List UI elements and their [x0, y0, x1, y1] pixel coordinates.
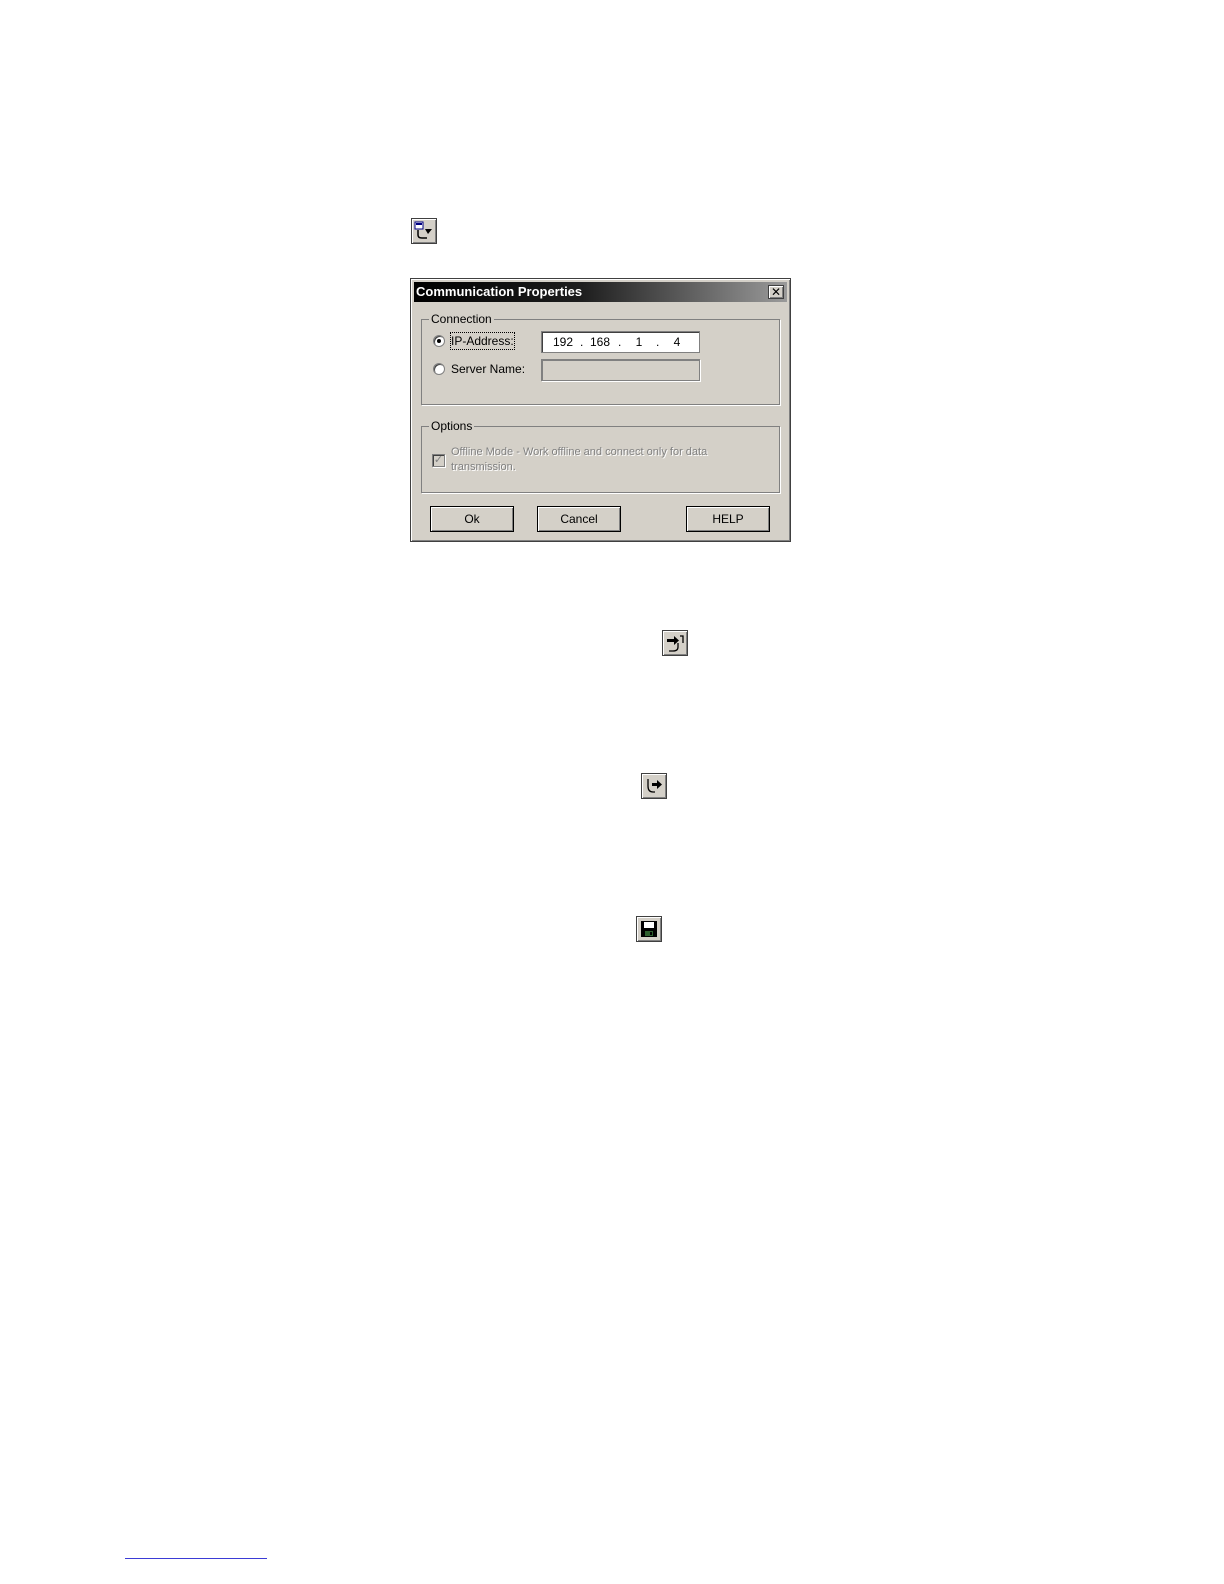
server-name-input[interactable]: [541, 359, 700, 381]
ip-address-label[interactable]: IP-Address:: [450, 332, 515, 350]
communication-properties-icon[interactable]: [411, 218, 437, 244]
close-button[interactable]: ✕: [768, 285, 784, 299]
ip-octet-1[interactable]: 192: [550, 334, 576, 350]
network-settings-icon: [414, 221, 432, 239]
ip-address-field[interactable]: 192 . 168 . 1 . 4: [541, 331, 700, 353]
disconnect-arrow-icon: [647, 779, 662, 793]
offline-mode-label-line1: Offline Mode - Work offline and connect …: [451, 446, 708, 458]
check-icon: ✓: [433, 454, 444, 466]
offline-mode-label-line2: transmission.: [451, 461, 516, 473]
help-button[interactable]: HELP: [686, 506, 770, 532]
footnote-divider: [125, 1558, 267, 1559]
options-legend: Options: [429, 418, 475, 434]
options-group: Options ✓ Offline Mode - Work offline an…: [421, 418, 780, 493]
ok-button[interactable]: Ok: [430, 506, 514, 532]
ip-octet-3[interactable]: 1: [626, 334, 652, 350]
cancel-button[interactable]: Cancel: [537, 506, 621, 532]
ip-address-radio[interactable]: [433, 335, 445, 347]
disconnect-button[interactable]: [641, 773, 667, 799]
ip-separator: .: [656, 335, 660, 349]
server-name-label[interactable]: Server Name:: [451, 361, 525, 377]
dialog-titlebar[interactable]: Communication Properties ✕: [414, 282, 787, 302]
save-button[interactable]: [636, 916, 662, 942]
communication-properties-dialog: Communication Properties ✕ Connection IP…: [410, 278, 791, 542]
server-name-radio[interactable]: [433, 363, 445, 375]
ip-separator: .: [580, 335, 584, 349]
offline-mode-checkbox[interactable]: ✓: [432, 454, 445, 467]
floppy-disk-icon: [641, 921, 657, 937]
ip-octet-2[interactable]: 168: [587, 334, 613, 350]
ip-separator: .: [618, 335, 622, 349]
close-icon: ✕: [770, 285, 782, 299]
ip-octet-4[interactable]: 4: [664, 334, 690, 350]
connection-group: Connection IP-Address: 192 . 168 . 1 . 4…: [421, 311, 780, 405]
connect-button[interactable]: [662, 630, 688, 656]
dialog-title: Communication Properties: [416, 284, 583, 299]
connect-arrow-icon: [667, 635, 684, 652]
connection-legend: Connection: [429, 311, 494, 327]
